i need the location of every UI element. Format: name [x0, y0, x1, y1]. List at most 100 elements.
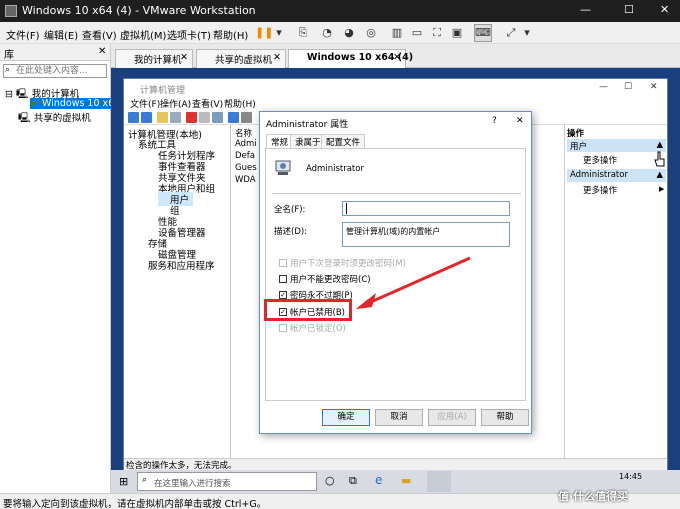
menu-vm[interactable]: 虚拟机(M) — [120, 27, 166, 42]
close-button[interactable]: ✕ — [650, 82, 658, 92]
menu-help[interactable]: 帮助(H) — [213, 27, 248, 42]
sidebar-toggle-icon[interactable]: ▥ — [388, 24, 406, 42]
cm-menubar: 文件(F) 操作(A) 查看(V) 帮助(H) — [124, 97, 667, 111]
actions-title: 操作 — [567, 129, 585, 139]
export-icon[interactable] — [212, 112, 223, 123]
list-item[interactable]: WDA — [235, 175, 256, 185]
tab-shared-vms[interactable]: 共享的虚拟机 ✕ — [196, 49, 286, 68]
forward-icon[interactable] — [141, 112, 152, 123]
menu-tabs[interactable]: 选项卡(T) — [167, 27, 211, 42]
active-app-icon[interactable] — [427, 471, 451, 492]
full-name-label: 全名(F): — [274, 205, 306, 215]
delete-icon[interactable] — [186, 112, 197, 123]
thumbnail-icon[interactable]: ▭ — [408, 24, 426, 42]
snapshot-manager-icon[interactable]: ◎ — [362, 24, 380, 42]
close-button[interactable]: ✕ — [660, 3, 669, 16]
dialog-tab-profile[interactable]: 配置文件 — [321, 134, 366, 148]
cm-statusbar: 检含的操作太多，无法完成。 — [124, 458, 667, 471]
view-icon[interactable] — [241, 112, 252, 123]
annotation-arrow-icon — [356, 256, 471, 309]
library-close-button[interactable]: ✕ — [98, 46, 106, 57]
menu-file[interactable]: 文件(F) — [6, 27, 40, 42]
cancel-button[interactable]: 取消 — [375, 409, 423, 426]
actions-section-users[interactable]: 用户 ▲ — [567, 139, 666, 152]
cm-titlebar: 计算机管理 — ☐ ✕ — [124, 79, 667, 97]
tab-close-icon[interactable]: ✕ — [393, 52, 401, 63]
cm-actions-pane: 操作 用户 ▲ 更多操作 Administrator ▲ 更多操作 ▶ — [564, 125, 667, 460]
edge-icon[interactable]: e — [375, 473, 382, 487]
chevron-down-icon[interactable]: ▾ — [270, 24, 288, 42]
chevron-right-icon[interactable]: ▶ — [659, 185, 664, 193]
list-item[interactable]: Gues — [235, 163, 257, 173]
console-icon[interactable]: ⌨ — [474, 24, 492, 42]
cm-menu-file[interactable]: 文件(F) — [130, 97, 160, 110]
checkbox-icon[interactable] — [279, 274, 287, 283]
description-input[interactable]: 管理计算机(域)的内置帐户 — [342, 222, 510, 247]
snapshot-icon[interactable]: ◔ — [318, 24, 336, 42]
checkbox-account-locked[interactable]: 帐户已锁定(O) — [279, 322, 346, 334]
hand-cursor-icon — [654, 151, 665, 167]
library-search-input[interactable]: 在此处键入内容... — [3, 64, 107, 78]
maximize-button[interactable]: ☐ — [624, 82, 632, 92]
library-tree-item-vm[interactable]: Windows 10 x64 — [30, 98, 120, 109]
more-actions-item[interactable]: 更多操作 — [583, 184, 617, 196]
help-icon[interactable] — [228, 112, 239, 123]
collapse-icon[interactable]: ▲ — [656, 170, 663, 180]
tab-windows10[interactable]: Windows 10 x64 (4) ✕ — [288, 49, 413, 68]
checkmark-icon[interactable]: ✓ — [279, 290, 287, 299]
more-actions-item[interactable]: 更多操作 — [583, 154, 617, 166]
user-icon — [274, 159, 294, 177]
library-title: 库 — [4, 50, 14, 61]
user-name: Administrator — [306, 164, 364, 174]
unity-icon[interactable]: ▣ — [448, 24, 466, 42]
checkbox-icon[interactable] — [279, 323, 287, 332]
tab-close-icon[interactable]: ✕ — [180, 52, 188, 63]
expand-icon[interactable]: ⊟ — [5, 89, 16, 100]
menu-edit[interactable]: 编辑(E) — [44, 27, 78, 42]
cm-menu-view[interactable]: 查看(V) — [192, 97, 223, 110]
list-header-name[interactable]: 名称 — [235, 127, 252, 139]
back-icon[interactable] — [128, 112, 139, 123]
folder-icon[interactable] — [157, 112, 168, 123]
task-view-icon[interactable]: ⧉ — [349, 474, 357, 488]
vm-tab-strip: 我的计算机 ✕ 共享的虚拟机 ✕ Windows 10 x64 (4) ✕ — [111, 44, 680, 68]
full-name-input[interactable] — [342, 201, 510, 216]
cortana-icon[interactable]: ○ — [325, 474, 335, 487]
dialog-tab-general[interactable]: 常规 — [266, 134, 294, 149]
dialog-close-button[interactable]: ✕ — [516, 116, 524, 126]
apply-button[interactable]: 应用(A) — [428, 409, 476, 426]
list-item[interactable]: Admi — [235, 139, 257, 149]
dialog-help-button[interactable]: ? — [492, 116, 497, 126]
fullscreen-icon[interactable]: ⛶ — [428, 24, 446, 42]
file-explorer-icon[interactable]: ▬ — [401, 474, 411, 487]
divider — [272, 193, 521, 194]
minimize-button[interactable]: — — [599, 82, 608, 92]
actions-section-admin[interactable]: Administrator ▲ — [567, 169, 666, 182]
ok-button[interactable]: 确定 — [322, 409, 370, 426]
cm-tree-item[interactable]: 服务和应用程序 — [148, 258, 215, 272]
checkbox-icon[interactable] — [279, 258, 287, 267]
library-header: 库 ✕ — [0, 44, 110, 61]
taskbar-search-input[interactable]: 在这里输入进行搜索 — [137, 472, 317, 491]
cm-menu-action[interactable]: 操作(A) — [160, 97, 191, 110]
list-item[interactable]: Defa — [235, 151, 255, 161]
properties-icon[interactable] — [199, 112, 210, 123]
chevron-down-icon[interactable]: ▾ — [518, 24, 536, 42]
tab-my-computer[interactable]: 我的计算机 ✕ — [115, 49, 193, 68]
dialog-titlebar: Administrator 属性 ? ✕ — [266, 116, 524, 130]
vmware-menubar: 文件(F) 编辑(E) 查看(V) 虚拟机(M) 选项卡(T) 帮助(H) ❚❚… — [0, 22, 680, 44]
shared-vm-icon: 🖳 — [18, 113, 34, 124]
library-tree-item-shared[interactable]: 🖳 共享的虚拟机 — [18, 110, 91, 127]
list-icon[interactable] — [170, 112, 181, 123]
cm-menu-help[interactable]: 帮助(H) — [224, 97, 256, 110]
send-ctrl-alt-del-icon[interactable]: ⎘ — [294, 24, 312, 42]
collapse-icon[interactable]: ▲ — [656, 140, 663, 150]
windows-start-icon[interactable]: ⊞ — [119, 475, 128, 488]
help-button[interactable]: 帮助 — [481, 409, 529, 426]
minimize-button[interactable]: — — [580, 3, 591, 16]
taskbar-clock[interactable]: 14:45 — [619, 472, 642, 481]
tab-close-icon[interactable]: ✕ — [273, 52, 281, 63]
maximize-button[interactable]: ☐ — [624, 3, 634, 16]
revert-snapshot-icon[interactable]: ◕ — [340, 24, 358, 42]
menu-view[interactable]: 查看(V) — [82, 27, 117, 42]
